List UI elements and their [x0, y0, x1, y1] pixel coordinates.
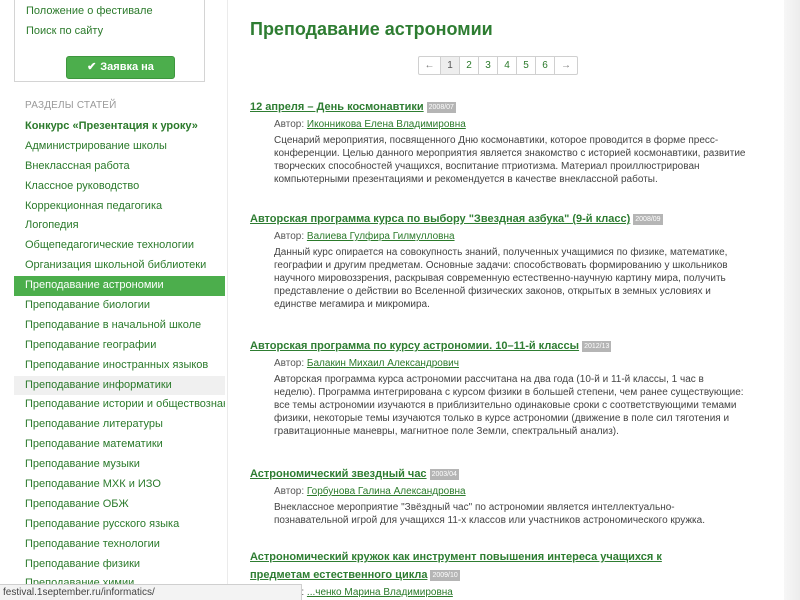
article-title-link[interactable]: 12 апреля – День космонавтики	[250, 101, 424, 113]
nav-item[interactable]: Преподавание в начальной школе	[14, 316, 225, 336]
nav-item[interactable]: Общепедагогические технологии	[14, 236, 225, 256]
festival-links-box: Положение о фестивале Поиск по сайту ✔ За…	[14, 0, 205, 94]
status-bar-url: festival.1september.ru/informatics/	[0, 584, 302, 600]
apply-button-label: Заявка на участие	[98, 61, 154, 94]
author-prefix: Автор:	[274, 358, 305, 369]
article-entry: Авторская программа курса по выбору "Зве…	[250, 209, 770, 311]
site-search-link[interactable]: Поиск по сайту	[26, 25, 103, 37]
nav-item[interactable]: Преподавание иностранных языков	[14, 356, 225, 376]
nav-item[interactable]: Организация школьной библиотеки	[14, 256, 225, 276]
apply-button[interactable]: ✔ Заявка на участие	[66, 56, 175, 94]
page-link[interactable]: 3	[479, 57, 498, 74]
nav-item[interactable]: Преподавание математики	[14, 435, 225, 455]
author-link[interactable]: Горбунова Галина Александровна	[307, 486, 466, 497]
article-title-link[interactable]: Авторская программа курса по выбору "Зве…	[250, 213, 630, 225]
nav-item[interactable]: Преподавание музыки	[14, 455, 225, 475]
article-entry: Астрономический звездный час 2003/04 Авто…	[250, 464, 770, 527]
nav-item[interactable]: Преподавание биологии	[14, 296, 225, 316]
pagination: ← 1 2 3 4 5 6 →	[418, 56, 578, 75]
author-row: Автор: Балакин Михаил Александрович	[274, 357, 770, 370]
author-link[interactable]: Балакин Михаил Александрович	[307, 358, 459, 369]
nav-item[interactable]: Преподавание технологии	[14, 535, 225, 555]
date-badge: 2003/04	[429, 469, 459, 480]
nav-item[interactable]: Внеклассная работа	[14, 157, 225, 177]
page-link[interactable]: 5	[517, 57, 536, 74]
page-link[interactable]: 4	[498, 57, 517, 74]
nav-item[interactable]: Преподавание литературы	[14, 415, 225, 435]
article-entry: 12 апреля – День космонавтики 2008/07 Авт…	[250, 97, 770, 186]
article-description: Данный курс опирается на совокупность зн…	[274, 247, 728, 311]
page-link[interactable]: 6	[536, 57, 555, 74]
date-badge: 2009/10	[430, 570, 460, 581]
nav-item[interactable]: Администрирование школы	[14, 137, 225, 157]
sections-heading: РАЗДЕЛЫ СТАТЕЙ	[25, 100, 117, 111]
sidebar: Положение о фестивале Поиск по сайту ✔ За…	[0, 0, 225, 600]
author-row: Автор: Горбунова Галина Александровна	[274, 485, 770, 498]
author-prefix: Автор:	[274, 231, 305, 242]
date-badge: 2012/13	[582, 341, 612, 352]
author-row: Автор: ...ченко Марина Владимировна	[274, 586, 710, 599]
nav-item[interactable]: Преподавание истории и обществознания	[14, 395, 225, 415]
page-title: Преподавание астрономии	[250, 19, 493, 39]
author-row: Автор: Валиева Гулфира Гилмулловна	[274, 230, 770, 243]
festival-rules-link[interactable]: Положение о фестивале	[26, 5, 153, 17]
column-divider	[227, 0, 228, 600]
article-title-link[interactable]: Астрономический звездный час	[250, 468, 427, 480]
article-title-link[interactable]: Авторская программа по курсу астрономии.…	[250, 340, 579, 352]
next-page-button[interactable]: →	[555, 57, 577, 74]
prev-page-button[interactable]: ←	[419, 57, 441, 74]
article-description: Авторская программа курса астрономии рас…	[274, 374, 744, 438]
nav-item[interactable]: Преподавание ОБЖ	[14, 495, 225, 515]
nav-item[interactable]: Коррекционная педагогика	[14, 197, 225, 217]
window-edge	[784, 0, 800, 600]
page-link[interactable]: 1	[441, 57, 460, 74]
article-entry: Авторская программа по курсу астрономии.…	[250, 336, 770, 438]
author-row: Автор: Иконникова Елена Владимировна	[274, 118, 770, 131]
date-badge: 2008/07	[426, 102, 456, 113]
article-entry: Астрономический кружок как инструмент по…	[250, 547, 710, 599]
article-description: Внеклассное мероприятие "Звёздный час" п…	[274, 502, 705, 527]
author-link[interactable]: Иконникова Елена Владимировна	[307, 119, 466, 130]
nav-item[interactable]: Преподавание астрономии	[14, 276, 225, 297]
nav-item[interactable]: Преподавание русского языка	[14, 515, 225, 535]
article-description: Сценарий мероприятия, посвященного Дню к…	[274, 135, 746, 186]
nav-item[interactable]: Конкурс «Презентация к уроку»	[14, 117, 225, 137]
sections-nav: Конкурс «Презентация к уроку» Администри…	[14, 117, 225, 594]
nav-item[interactable]: Логопедия	[14, 216, 225, 236]
page-link[interactable]: 2	[460, 57, 479, 74]
nav-item[interactable]: Преподавание МХК и ИЗО	[14, 475, 225, 495]
nav-item[interactable]: Преподавание географии	[14, 336, 225, 356]
nav-item[interactable]: Преподавание физики	[14, 555, 225, 575]
checkmark-icon: ✔	[87, 61, 97, 73]
author-link[interactable]: ...ченко Марина Владимировна	[307, 587, 453, 598]
author-link[interactable]: Валиева Гулфира Гилмулловна	[307, 231, 455, 242]
nav-item[interactable]: Классное руководство	[14, 177, 225, 197]
author-prefix: Автор:	[274, 119, 305, 130]
nav-item[interactable]: Преподавание информатики	[14, 375, 225, 396]
author-prefix: Автор:	[274, 486, 305, 497]
date-badge: 2008/09	[633, 214, 663, 225]
